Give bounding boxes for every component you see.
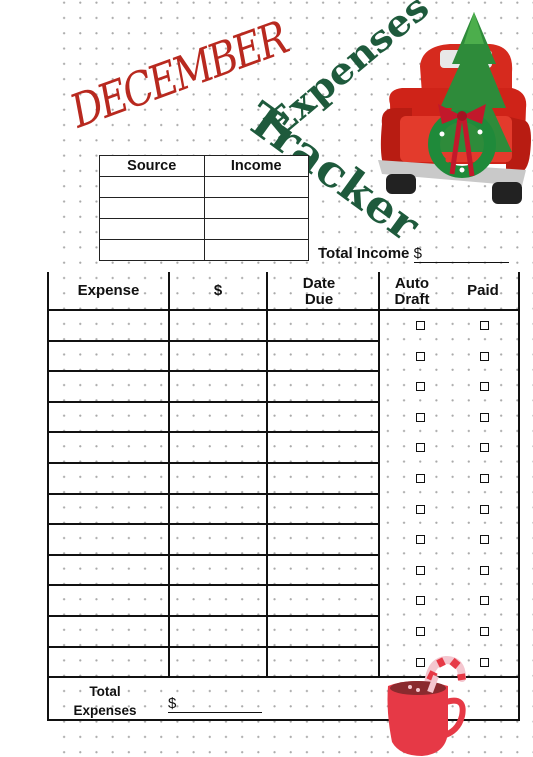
expense-row xyxy=(47,616,520,647)
total-income-currency: $ xyxy=(413,245,422,262)
auto-draft-checkbox[interactable] xyxy=(416,474,425,483)
hot-cocoa-mug-with-candy-cane-icon xyxy=(387,655,466,756)
date-due-cell[interactable] xyxy=(268,524,378,555)
paid-checkbox[interactable] xyxy=(480,443,489,453)
amount-cell[interactable] xyxy=(170,647,266,678)
income-table: Source Income xyxy=(99,155,309,261)
income-amount-cell[interactable] xyxy=(203,176,309,198)
amount-cell[interactable] xyxy=(170,524,266,555)
auto-draft-checkbox[interactable] xyxy=(416,565,425,575)
amount-cell[interactable] xyxy=(170,463,266,494)
total-income-field[interactable]: $ xyxy=(413,245,509,263)
total-expenses-field[interactable]: $ xyxy=(168,696,262,713)
total-income-label: Total Income xyxy=(318,245,410,262)
header-date-due: Date Due xyxy=(302,275,336,308)
header-auto-draft: Auto Draft xyxy=(394,275,430,308)
income-source-cell[interactable] xyxy=(99,239,205,261)
paid-checkbox[interactable] xyxy=(480,382,489,392)
date-due-cell[interactable] xyxy=(268,555,378,586)
auto-draft-checkbox[interactable] xyxy=(416,535,425,545)
expense-cell[interactable] xyxy=(49,402,168,433)
total-expenses-label: Total Expenses xyxy=(73,684,137,718)
header-amount: $ xyxy=(213,282,223,299)
amount-cell[interactable] xyxy=(170,341,266,372)
expense-cell[interactable] xyxy=(49,585,168,616)
income-amount-cell[interactable] xyxy=(203,197,309,219)
expense-cell[interactable] xyxy=(49,371,168,402)
expense-row xyxy=(47,432,520,463)
expense-cell[interactable] xyxy=(49,310,168,341)
amount-cell[interactable] xyxy=(170,494,266,525)
amount-cell[interactable] xyxy=(170,616,266,647)
date-due-cell[interactable] xyxy=(268,341,378,372)
red-truck-with-christmas-tree-icon xyxy=(378,12,531,204)
date-due-cell[interactable] xyxy=(268,310,378,341)
expense-cell[interactable] xyxy=(49,341,168,372)
income-table-header-source: Source xyxy=(99,155,205,177)
expense-cell[interactable] xyxy=(49,463,168,494)
paid-checkbox[interactable] xyxy=(480,535,489,545)
income-row xyxy=(99,176,309,198)
income-row xyxy=(99,218,309,240)
date-due-cell[interactable] xyxy=(268,647,378,678)
income-row xyxy=(99,239,309,261)
auto-draft-checkbox[interactable] xyxy=(416,382,425,392)
expense-cell[interactable] xyxy=(49,432,168,463)
header-expense: Expense xyxy=(77,282,140,299)
paid-checkbox[interactable] xyxy=(480,412,489,422)
paid-checkbox[interactable] xyxy=(480,596,489,606)
amount-cell[interactable] xyxy=(170,402,266,433)
income-source-cell[interactable] xyxy=(99,218,205,240)
paid-checkbox[interactable] xyxy=(480,504,489,514)
date-due-cell[interactable] xyxy=(268,463,378,494)
income-amount-cell[interactable] xyxy=(203,218,309,240)
date-due-cell[interactable] xyxy=(268,402,378,433)
auto-draft-checkbox[interactable] xyxy=(416,504,425,514)
paid-checkbox[interactable] xyxy=(480,627,489,636)
income-table-header-income: Income xyxy=(203,155,309,177)
auto-draft-checkbox[interactable] xyxy=(416,321,425,330)
income-source-cell[interactable] xyxy=(99,197,205,219)
auto-draft-checkbox[interactable] xyxy=(416,443,425,453)
date-due-cell[interactable] xyxy=(268,371,378,402)
auto-draft-checkbox[interactable] xyxy=(416,351,425,361)
amount-cell[interactable] xyxy=(170,371,266,402)
date-due-cell[interactable] xyxy=(268,616,378,647)
auto-draft-checkbox[interactable] xyxy=(416,412,425,422)
expense-row xyxy=(47,310,520,341)
expense-cell[interactable] xyxy=(49,647,168,678)
amount-cell[interactable] xyxy=(170,432,266,463)
header-paid: Paid xyxy=(467,282,499,299)
expense-row xyxy=(47,494,520,525)
expense-row xyxy=(47,341,520,372)
amount-cell[interactable] xyxy=(170,310,266,341)
expense-row xyxy=(47,371,520,402)
expense-row xyxy=(47,463,520,494)
expense-row xyxy=(47,402,520,433)
date-due-cell[interactable] xyxy=(268,494,378,525)
expense-cell[interactable] xyxy=(49,494,168,525)
amount-cell[interactable] xyxy=(170,555,266,586)
date-due-cell[interactable] xyxy=(268,585,378,616)
expense-row xyxy=(47,524,520,555)
paid-checkbox[interactable] xyxy=(480,351,489,361)
paid-checkbox[interactable] xyxy=(480,321,489,330)
auto-draft-checkbox[interactable] xyxy=(416,596,425,606)
expense-cell[interactable] xyxy=(49,524,168,555)
income-amount-cell[interactable] xyxy=(203,239,309,261)
income-row xyxy=(99,197,309,219)
auto-draft-checkbox[interactable] xyxy=(416,627,425,636)
expense-cell[interactable] xyxy=(49,555,168,586)
amount-cell[interactable] xyxy=(170,585,266,616)
total-expenses-currency: $ xyxy=(168,695,177,712)
total-income: Total Income $ xyxy=(318,245,509,263)
date-due-cell[interactable] xyxy=(268,432,378,463)
expense-cell[interactable] xyxy=(49,616,168,647)
paid-checkbox[interactable] xyxy=(480,657,489,667)
income-source-cell[interactable] xyxy=(99,176,205,198)
paid-checkbox[interactable] xyxy=(480,474,489,483)
expense-row xyxy=(47,585,520,616)
paid-checkbox[interactable] xyxy=(480,565,489,575)
expense-row xyxy=(47,555,520,586)
